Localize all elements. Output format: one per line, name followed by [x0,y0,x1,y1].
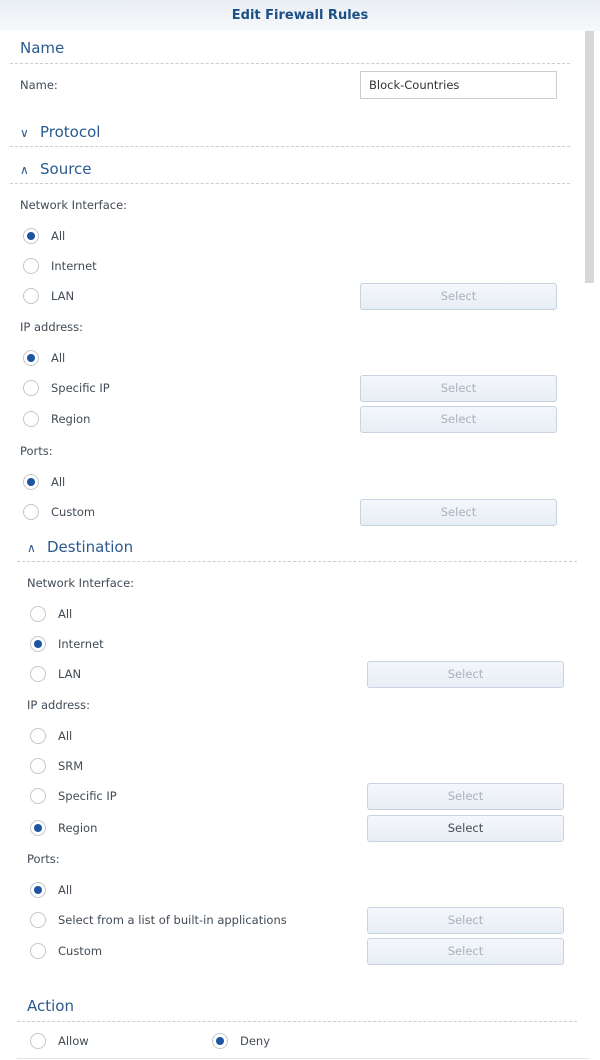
radio-label[interactable]: Custom [58,944,102,958]
radio-button[interactable] [30,636,46,652]
radio-label[interactable]: All [58,729,72,743]
source-ip-address-label: IP address: [20,320,84,334]
chevron-down-icon: ∨ [20,126,29,140]
radio-button[interactable] [30,882,46,898]
divider [17,561,577,562]
radio-label[interactable]: All [51,475,65,489]
section-destination-title: Destination [47,538,134,556]
radio-button[interactable] [23,258,39,274]
radio-label[interactable]: Deny [240,1034,270,1048]
radio-button[interactable] [30,728,46,744]
radio-button[interactable] [23,504,39,520]
select-button[interactable]: Select [367,907,564,934]
destination-network-interface-label: Network Interface: [27,576,135,590]
radio-button[interactable] [23,474,39,490]
name-input[interactable] [360,71,557,99]
radio-button[interactable] [23,350,39,366]
destination-ports-label: Ports: [27,852,60,866]
radio-label[interactable]: Internet [51,259,97,273]
divider [10,146,570,147]
radio-label[interactable]: Region [58,821,97,835]
radio-label[interactable]: Specific IP [51,381,110,395]
radio-button[interactable] [30,758,46,774]
radio-button[interactable] [30,912,46,928]
select-button[interactable]: Select [360,499,557,526]
radio-label[interactable]: LAN [58,667,81,681]
scrollbar[interactable] [585,31,594,283]
section-protocol-title: Protocol [40,123,101,141]
radio-label[interactable]: Select from a list of built-in applicati… [58,913,287,927]
divider [10,183,570,184]
section-name-title: Name [20,39,65,57]
divider [17,1021,577,1022]
divider [10,63,570,64]
select-button[interactable]: Select [360,375,557,402]
radio-button[interactable] [30,606,46,622]
select-button[interactable]: Select [367,661,564,688]
radio-button[interactable] [212,1033,228,1049]
radio-label[interactable]: Custom [51,505,95,519]
select-button[interactable]: Select [360,406,557,433]
select-button[interactable]: Select [367,783,564,810]
radio-button[interactable] [23,380,39,396]
section-action-title: Action [27,997,74,1015]
radio-button[interactable] [30,820,46,836]
radio-label[interactable]: Allow [58,1034,89,1048]
chevron-up-icon: ∧ [27,541,36,555]
select-button[interactable]: Select [367,938,564,965]
radio-label[interactable]: All [58,883,72,897]
chevron-up-icon: ∧ [20,163,29,177]
radio-label[interactable]: LAN [51,289,74,303]
radio-button[interactable] [23,288,39,304]
divider [17,1058,590,1059]
radio-label[interactable]: All [51,351,65,365]
dialog-title: Edit Firewall Rules [0,0,600,31]
section-destination-header[interactable]: ∧ Destination [27,538,133,556]
radio-label[interactable]: All [51,229,65,243]
radio-button[interactable] [23,228,39,244]
radio-label[interactable]: Region [51,412,90,426]
source-ports-label: Ports: [20,444,53,458]
radio-label[interactable]: SRM [58,759,83,773]
destination-ip-address-label: IP address: [27,698,91,712]
radio-button[interactable] [30,1033,46,1049]
section-source-title: Source [40,160,92,178]
select-button[interactable]: Select [360,283,557,310]
section-source-header[interactable]: ∧ Source [20,160,92,178]
radio-label[interactable]: Specific IP [58,789,117,803]
source-network-interface-label: Network Interface: [20,198,128,212]
radio-button[interactable] [30,788,46,804]
radio-button[interactable] [30,943,46,959]
name-label: Name: [20,78,58,92]
radio-button[interactable] [30,666,46,682]
section-protocol-header[interactable]: ∨ Protocol [20,123,100,141]
select-button[interactable]: Select [367,815,564,842]
radio-button[interactable] [23,411,39,427]
radio-label[interactable]: Internet [58,637,104,651]
radio-label[interactable]: All [58,607,72,621]
